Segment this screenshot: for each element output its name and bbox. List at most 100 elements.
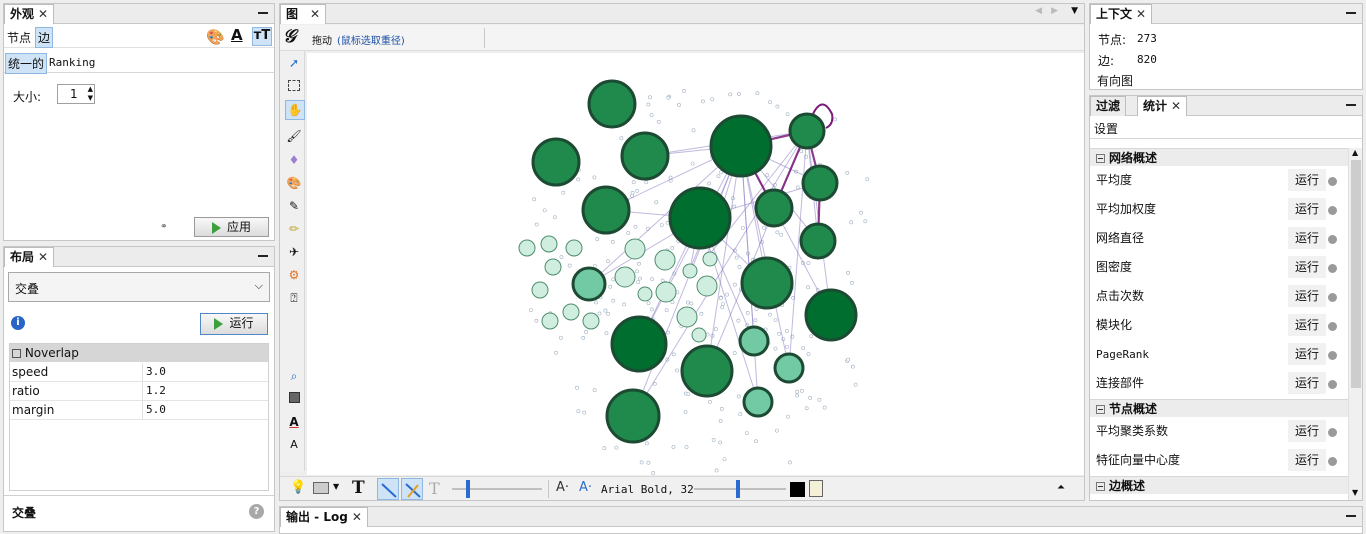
- text-toggle-icon[interactable]: T: [352, 478, 365, 498]
- graph-node[interactable]: [754, 188, 794, 228]
- minor-node[interactable]: [649, 113, 654, 118]
- stat-info-icon[interactable]: [1328, 380, 1337, 389]
- minor-node[interactable]: [559, 255, 564, 260]
- graph-node-small[interactable]: [565, 239, 583, 257]
- noverlap-section[interactable]: Noverlap: [10, 344, 268, 362]
- tab-edges[interactable]: 边: [35, 27, 54, 48]
- minor-node[interactable]: [635, 188, 640, 193]
- minor-node[interactable]: [561, 190, 566, 195]
- minor-node[interactable]: [597, 311, 602, 316]
- minimize-icon[interactable]: [258, 255, 268, 257]
- minor-node[interactable]: [595, 237, 600, 241]
- minor-node[interactable]: [710, 97, 715, 102]
- size-slider-thumb[interactable]: [466, 480, 470, 498]
- graph-node[interactable]: [740, 256, 794, 310]
- run-button[interactable]: 运行: [1288, 343, 1326, 365]
- label-size-icon[interactable]: T: [429, 479, 440, 498]
- minor-node[interactable]: [859, 210, 863, 215]
- minor-node[interactable]: [708, 400, 712, 404]
- minor-node[interactable]: [806, 261, 811, 266]
- minor-node[interactable]: [707, 181, 711, 186]
- tab-output-log[interactable]: 输出 - Log ✕: [280, 507, 368, 527]
- minor-node[interactable]: [809, 334, 814, 339]
- close-icon[interactable]: ✕: [1136, 7, 1146, 21]
- tab-nodes[interactable]: 节点: [7, 29, 31, 46]
- stat-info-icon[interactable]: [1328, 351, 1337, 360]
- minor-node[interactable]: [716, 174, 721, 179]
- minor-node[interactable]: [558, 335, 563, 340]
- graph-node-small[interactable]: [682, 263, 698, 279]
- minor-node[interactable]: [664, 308, 669, 313]
- collapse-icon[interactable]: [1096, 482, 1105, 491]
- minor-node[interactable]: [626, 231, 631, 235]
- edge-color-icon[interactable]: [401, 478, 423, 500]
- minor-node[interactable]: [646, 301, 651, 306]
- minor-node[interactable]: [534, 318, 539, 323]
- help-pointer-icon[interactable]: ⍰: [285, 289, 303, 307]
- tab-layout[interactable]: 布局 ✕: [4, 247, 55, 267]
- run-button[interactable]: 运行: [1288, 169, 1326, 191]
- prop-value[interactable]: 1.2: [142, 382, 268, 400]
- minor-node[interactable]: [753, 318, 758, 323]
- minor-node[interactable]: [670, 246, 675, 250]
- font-slider[interactable]: [694, 480, 786, 498]
- graph-node-small[interactable]: [696, 275, 718, 297]
- label-color-icon[interactable]: A: [285, 413, 303, 431]
- section-node-overview[interactable]: 节点概述: [1090, 399, 1348, 417]
- graph-node[interactable]: [709, 114, 773, 178]
- minor-node[interactable]: [718, 419, 723, 423]
- minor-node[interactable]: [768, 100, 772, 105]
- minor-node[interactable]: [639, 460, 644, 465]
- graph-node-small[interactable]: [624, 238, 646, 260]
- minor-node[interactable]: [785, 112, 790, 116]
- minor-node[interactable]: [608, 284, 613, 289]
- minor-node[interactable]: [795, 185, 800, 190]
- minor-node[interactable]: [718, 440, 723, 445]
- minor-node[interactable]: [777, 331, 781, 336]
- airplane-icon[interactable]: ✈: [285, 243, 303, 261]
- link-icon[interactable]: ⚭: [160, 222, 168, 232]
- minor-node[interactable]: [690, 161, 695, 166]
- minor-node[interactable]: [865, 177, 870, 182]
- minor-node[interactable]: [592, 264, 597, 268]
- text-color-icon[interactable]: A: [231, 26, 243, 44]
- diamond-icon[interactable]: ♦: [285, 151, 303, 169]
- minor-node[interactable]: [666, 95, 671, 100]
- section-network-overview[interactable]: 网络概述: [1090, 148, 1348, 166]
- section-edge-overview[interactable]: 边概述: [1090, 476, 1348, 494]
- font-slider-thumb[interactable]: [736, 480, 740, 498]
- minor-node[interactable]: [732, 351, 737, 355]
- minor-node[interactable]: [604, 331, 609, 336]
- minor-node[interactable]: [606, 259, 610, 264]
- minor-node[interactable]: [775, 104, 780, 109]
- minor-node[interactable]: [736, 394, 741, 399]
- minor-node[interactable]: [734, 255, 739, 260]
- graph-node-small[interactable]: [614, 266, 636, 288]
- minor-node[interactable]: [799, 149, 804, 154]
- minor-node[interactable]: [553, 350, 558, 355]
- close-icon[interactable]: ✕: [310, 7, 320, 21]
- collapse-icon[interactable]: [12, 349, 21, 358]
- graph-node-small[interactable]: [562, 303, 580, 321]
- background-color-icon[interactable]: [285, 390, 303, 408]
- minor-node[interactable]: [610, 239, 615, 244]
- graph-node-small[interactable]: [531, 281, 549, 299]
- graph-node[interactable]: [668, 186, 732, 250]
- prop-row-margin[interactable]: margin 5.0: [10, 401, 268, 420]
- minor-node[interactable]: [552, 215, 557, 220]
- graph-node-small[interactable]: [702, 251, 718, 267]
- graph-node[interactable]: [581, 185, 631, 235]
- run-button[interactable]: 运行: [1288, 285, 1326, 307]
- graph-node[interactable]: [742, 386, 774, 418]
- run-button[interactable]: 运行: [1288, 420, 1326, 442]
- minor-node[interactable]: [674, 368, 679, 373]
- minor-node[interactable]: [786, 414, 790, 419]
- minor-node[interactable]: [773, 346, 778, 351]
- minor-node[interactable]: [646, 102, 651, 107]
- minor-node[interactable]: [654, 200, 659, 205]
- tab-appearance[interactable]: 外观 ✕: [4, 4, 55, 24]
- minor-node[interactable]: [754, 439, 758, 444]
- minor-node[interactable]: [532, 197, 537, 202]
- minor-node[interactable]: [592, 175, 597, 180]
- minimize-icon[interactable]: [1346, 12, 1356, 14]
